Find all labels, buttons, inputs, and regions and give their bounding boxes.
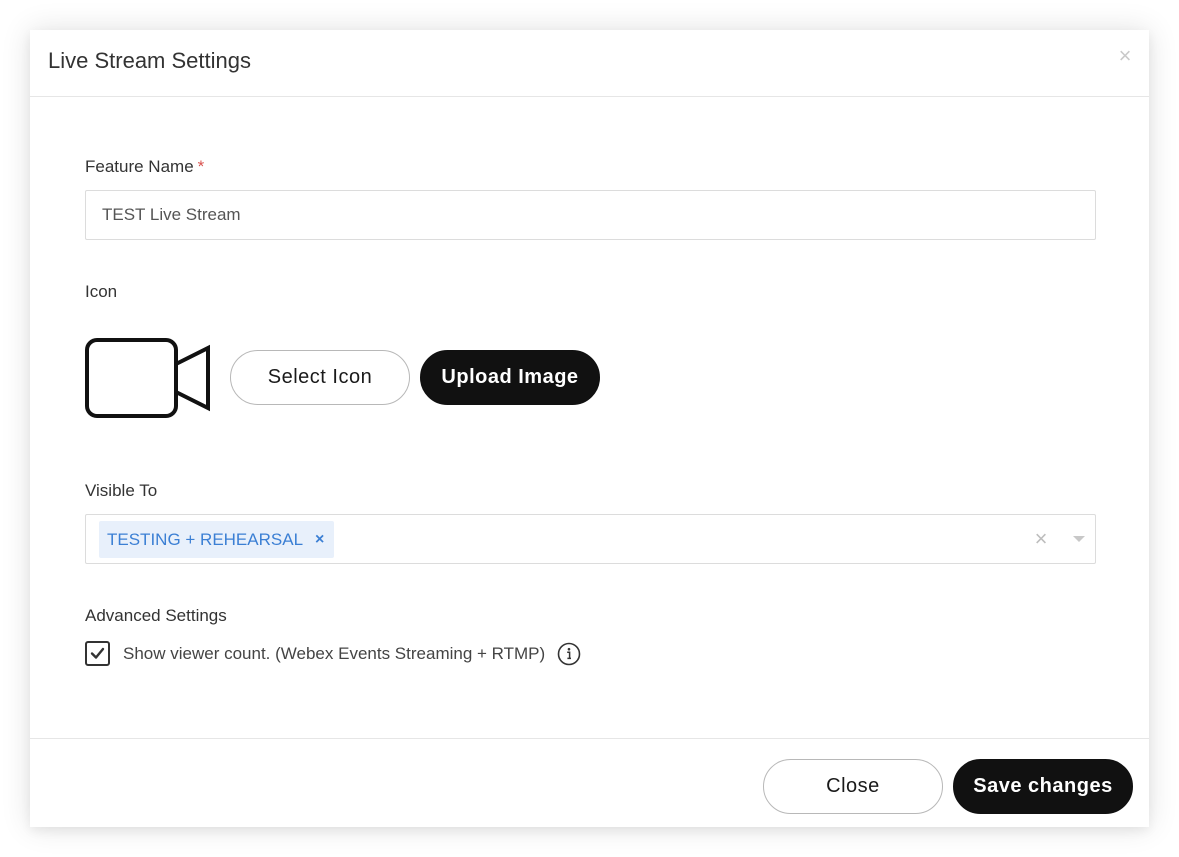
live-stream-settings-modal: Live Stream Settings × Feature Name* Ico… (30, 30, 1149, 827)
chevron-down-icon[interactable] (1073, 536, 1085, 542)
close-icon[interactable]: × (1115, 44, 1135, 68)
upload-image-button[interactable]: Upload Image (420, 350, 600, 405)
icon-label: Icon (85, 282, 118, 301)
modal-footer: Close Save changes (30, 738, 1149, 827)
checkmark-icon (90, 647, 105, 659)
viewer-count-label: Show viewer count. (Webex Events Streami… (123, 644, 546, 663)
feature-name-label: Feature Name * (85, 157, 204, 177)
modal-header: Live Stream Settings × (30, 30, 1149, 97)
feature-name-input[interactable] (85, 190, 1096, 240)
required-indicator: * (197, 157, 205, 176)
feature-name-label-text: Feature Name (85, 157, 194, 176)
select-icon-button[interactable]: Select Icon (230, 350, 410, 405)
modal-title: Live Stream Settings (48, 48, 251, 73)
close-button[interactable]: Close (763, 759, 943, 814)
advanced-settings-label: Advanced Settings (85, 606, 227, 625)
visible-to-label: Visible To (85, 481, 158, 500)
viewer-count-checkbox[interactable] (85, 641, 110, 666)
video-camera-icon (85, 337, 211, 419)
info-icon[interactable] (557, 642, 581, 666)
remove-tag-icon[interactable]: × (315, 531, 324, 549)
visible-to-select[interactable]: TESTING + REHEARSAL × × (85, 514, 1096, 564)
selected-tag: TESTING + REHEARSAL × (99, 521, 335, 558)
selected-tag-label: TESTING + REHEARSAL (107, 529, 304, 549)
clear-selection-icon[interactable]: × (1031, 526, 1051, 552)
save-changes-button[interactable]: Save changes (953, 759, 1133, 814)
